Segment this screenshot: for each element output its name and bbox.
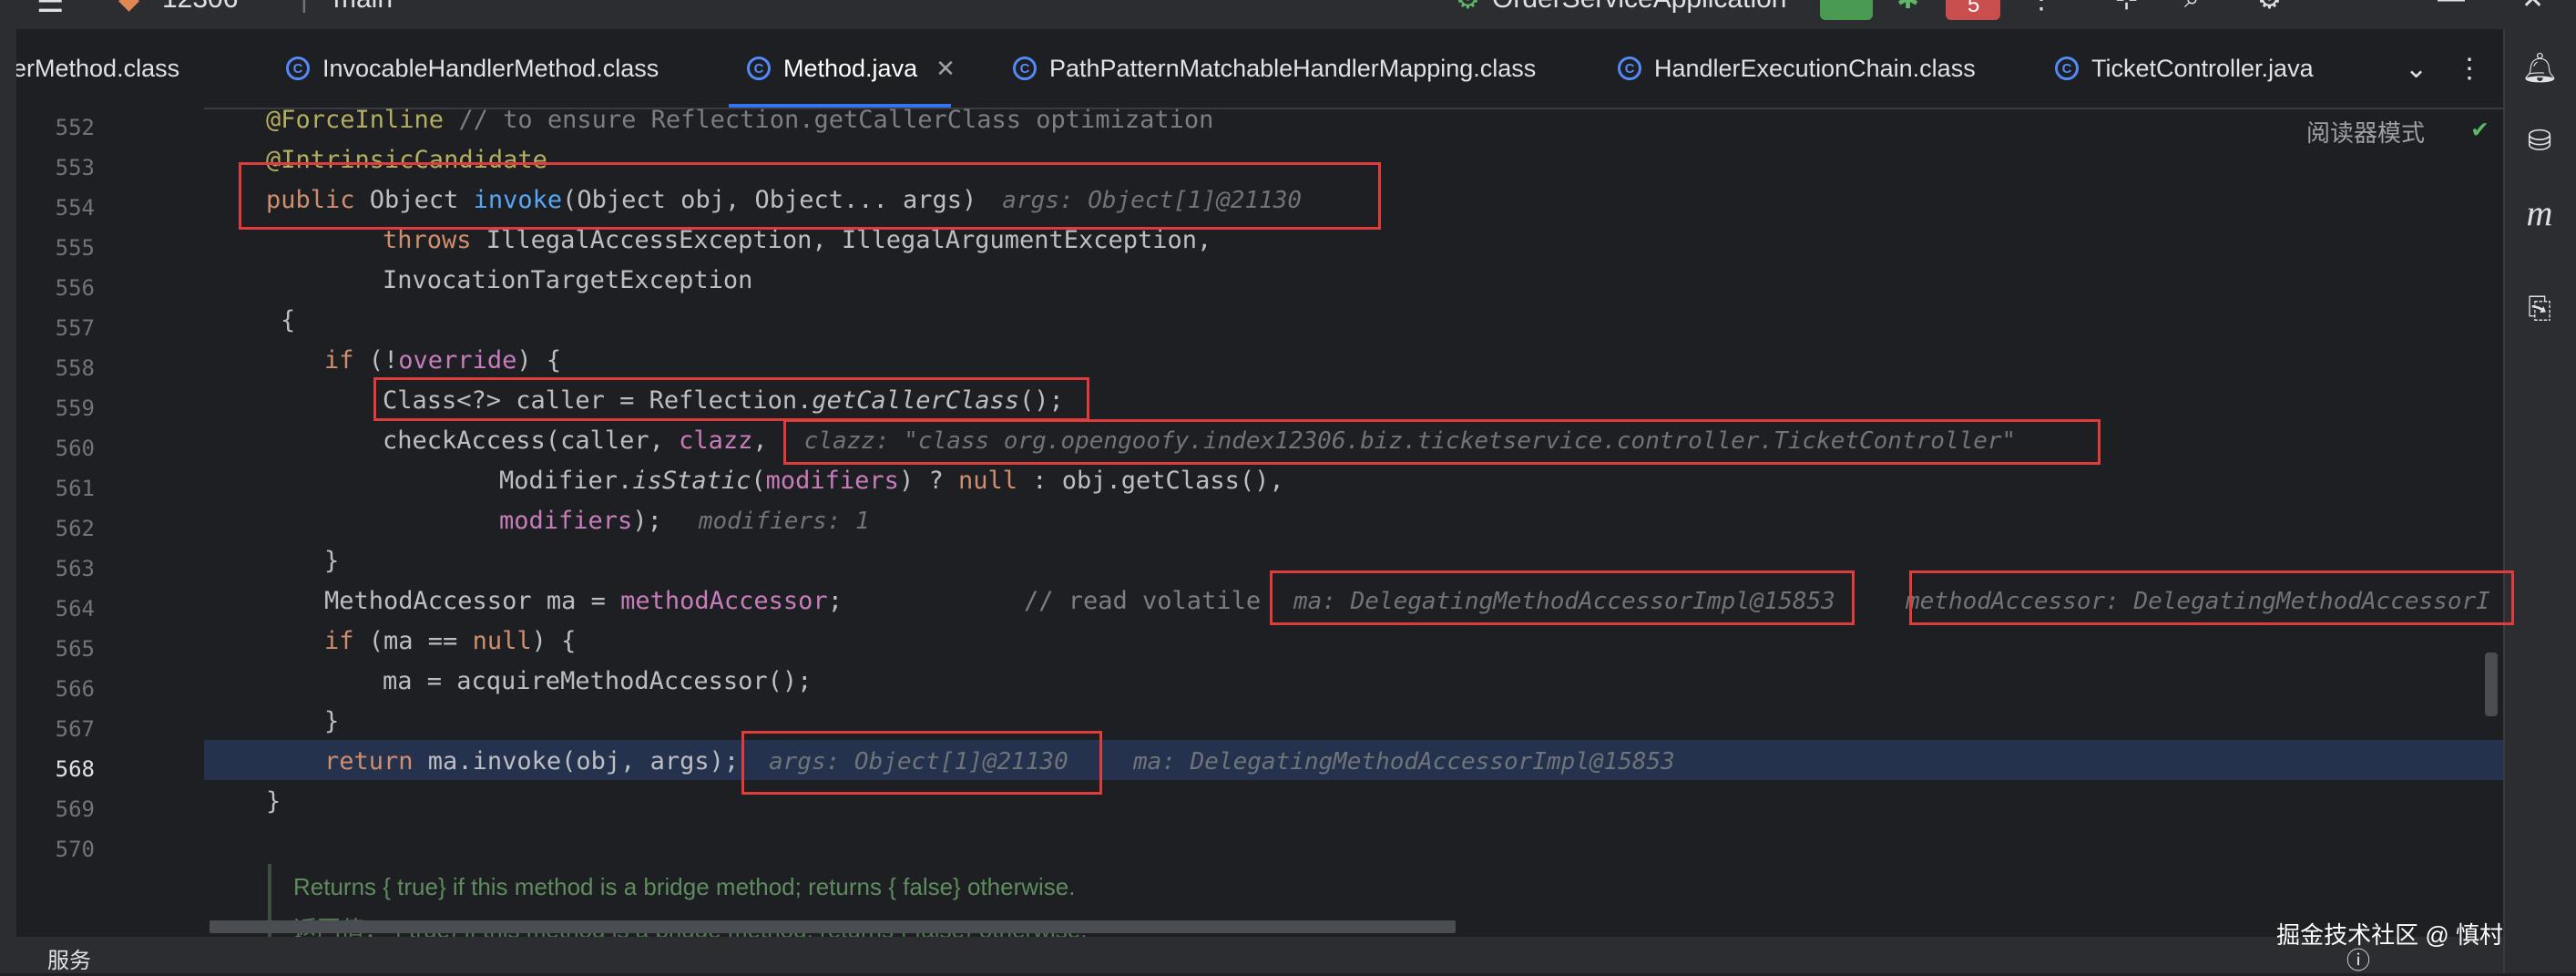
horizontal-scrollbar[interactable] (210, 920, 1456, 933)
tab-label: HandlerExecutionChain.class (1654, 54, 1976, 82)
watermark: 掘金技术社区 @ 慎村 (2276, 921, 2503, 949)
line-number: 555 (55, 235, 95, 261)
annotation-box (783, 419, 2101, 465)
notifications-icon[interactable]: 🔔︎ (2521, 49, 2559, 86)
class-icon: C (1013, 57, 1037, 80)
annotation-box (239, 162, 1381, 230)
maven-icon[interactable]: m (2521, 195, 2558, 231)
branch-name[interactable]: main (333, 0, 393, 15)
line-number: 552 (55, 115, 95, 140)
line-number: 554 (55, 195, 95, 221)
annotation-box (741, 731, 1102, 795)
tab-label: TicketController.java (2091, 54, 2314, 82)
project-name[interactable]: 12306 (162, 0, 238, 15)
line-number: 557 (55, 315, 95, 341)
code-line-563: } (324, 547, 340, 575)
tab-ticket-controller[interactable]: C TicketController.java (2055, 46, 2314, 91)
class-icon: C (1618, 57, 1641, 80)
line-number: 559 (55, 396, 95, 421)
tab-handler-method[interactable]: lerMethod.class (7, 46, 179, 91)
line-number: 568 (55, 756, 95, 782)
line-number: 553 (55, 155, 95, 180)
code-line-567: } (324, 707, 340, 735)
tab-handler-execution-chain[interactable]: C HandlerExecutionChain.class (1618, 46, 1976, 91)
class-icon: C (747, 57, 771, 80)
code-line-566: ma = acquireMethodAccessor(); (383, 667, 813, 695)
tab-label: Method.java (783, 54, 918, 82)
line-number: 570 (55, 837, 95, 862)
code-line-564: MethodAccessor ma = methodAccessor; (324, 587, 843, 615)
annotation-box (1909, 570, 2514, 625)
separator: | (301, 0, 308, 15)
clipboard-icon[interactable]: ⎘ (2521, 290, 2558, 326)
minimize-icon[interactable]: — (2438, 0, 2465, 15)
code-line-552: @ForceInline // to ensure Reflection.get… (266, 106, 1214, 134)
debug-icon[interactable]: ✱ (1896, 0, 1919, 15)
left-tool-strip (0, 29, 16, 973)
run-config-name[interactable]: OrderServiceApplication (1492, 0, 1786, 15)
class-icon: C (286, 57, 310, 80)
line-number: 560 (55, 436, 95, 461)
code-line-565: if (ma == null) { (324, 627, 577, 655)
line-number: 565 (55, 636, 95, 662)
search-icon[interactable]: ⌕ (2184, 0, 2200, 15)
debug-inline-value: ma: DelegatingMethodAccessorImpl@15853 (1133, 748, 1675, 776)
debug-inline-value: modifiers: 1 (698, 508, 870, 535)
line-number: 561 (55, 476, 95, 501)
tab-method-java[interactable]: C Method.java ✕ (747, 46, 956, 91)
annotation-box (373, 377, 1089, 421)
code-line-561: Modifier.isStatic(modifiers) ? null : ob… (499, 467, 1284, 495)
add-user-icon[interactable]: ⊹ (2115, 0, 2138, 15)
editor-tab-bar: lerMethod.class C InvocableHandlerMethod… (0, 29, 2503, 109)
line-number: 566 (55, 676, 95, 702)
title-bar: ☰ ◆ 12306 | main ⚙ OrderServiceApplicati… (0, 0, 2576, 29)
line-number: 569 (55, 796, 95, 822)
settings-icon[interactable]: ⚙ (2257, 0, 2282, 15)
problems-count: 5 (1968, 0, 1980, 17)
line-number: 558 (55, 355, 95, 381)
code-line-569: } (266, 787, 281, 816)
code-line-558: if (!override) { (324, 346, 562, 375)
class-icon: C (2055, 57, 2079, 80)
tab-label: lerMethod.class (7, 54, 180, 82)
doc-line: Returns { true} if this method is a brid… (293, 873, 1076, 900)
close-window-icon[interactable]: ✕ (2521, 0, 2544, 15)
close-tab-icon[interactable]: ✕ (935, 55, 956, 83)
problems-button[interactable]: 5 (1946, 0, 2000, 20)
check-icon: ✔ (2472, 113, 2488, 143)
more-icon[interactable]: ⋮ (2028, 0, 2055, 15)
line-number: 556 (55, 275, 95, 301)
run-config-icon: ⚙ (1456, 0, 1480, 15)
code-line-557: { (281, 306, 296, 334)
code-line-562: modifiers); modifiers: 1 (499, 507, 870, 535)
tab-label: InvocableHandlerMethod.class (322, 54, 659, 82)
line-number: 562 (55, 516, 95, 541)
reader-mode-label[interactable]: 阅读器模式 (2306, 115, 2425, 149)
annotation-box (1270, 570, 1855, 625)
tab-invocable-handler-method[interactable]: C InvocableHandlerMethod.class (286, 46, 659, 91)
bottom-panel-bar: 服务 ⓘ (0, 937, 2503, 974)
tabs-dropdown-icon[interactable]: ⌄ (2405, 46, 2428, 91)
line-number: 564 (55, 596, 95, 622)
code-line-556: InvocationTargetException (383, 266, 753, 294)
project-icon: ◆ (118, 0, 139, 15)
main-menu-icon[interactable]: ☰ (36, 0, 64, 20)
line-number: 567 (55, 716, 95, 742)
code-line-568: return ma.invoke(obj, args); (324, 747, 740, 776)
line-number: 563 (55, 556, 95, 581)
run-button[interactable] (1820, 0, 1873, 20)
vertical-scrollbar[interactable] (2485, 652, 2498, 716)
database-icon[interactable]: ⛁ (2521, 122, 2558, 159)
tabs-more-icon[interactable]: ⋮ (2456, 46, 2483, 91)
services-tab[interactable]: 服务 (47, 942, 91, 974)
right-tool-strip (2503, 29, 2576, 973)
code-comment-564: // read volatile (1024, 587, 1262, 615)
tab-path-pattern[interactable]: C PathPatternMatchableHandlerMapping.cla… (1013, 46, 1536, 91)
tab-label: PathPatternMatchableHandlerMapping.class (1049, 54, 1537, 82)
